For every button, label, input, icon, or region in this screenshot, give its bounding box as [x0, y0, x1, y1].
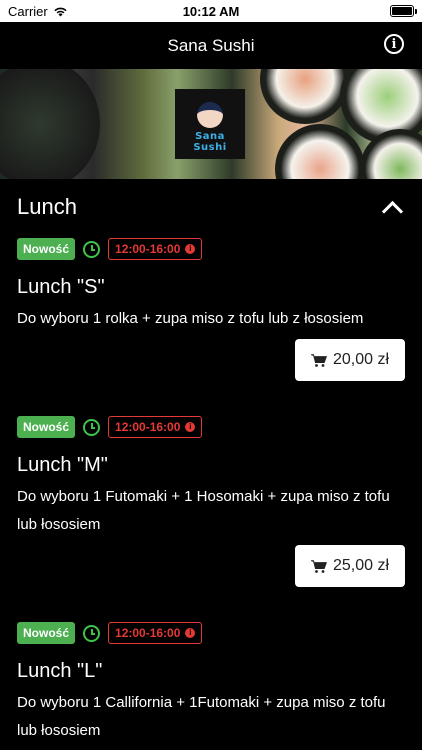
cart-icon — [310, 353, 327, 367]
clock-icon — [83, 240, 101, 258]
sushi-roll-image — [0, 69, 100, 179]
price-row: 25,00 zł — [17, 545, 405, 587]
item-description: Do wyboru 1 Callifornia + 1Futomaki + zu… — [17, 694, 386, 739]
item-name: Lunch "S" — [17, 276, 105, 298]
cart-icon — [310, 559, 327, 573]
header-banner: Sana Sushi — [0, 69, 422, 179]
nav-bar: Sana Sushi i — [0, 22, 422, 69]
info-icon: i — [185, 628, 196, 638]
price-label: 20,00 zł — [332, 351, 389, 368]
chevron-up-icon[interactable] — [381, 200, 404, 222]
price-label: 25,00 zł — [332, 557, 389, 574]
hours-badge[interactable]: 12:00-16:00 i — [108, 416, 203, 438]
price-row: 20,00 zł — [17, 339, 405, 381]
new-badge: Nowość — [17, 622, 76, 644]
hours-text: 12:00-16:00 — [115, 626, 181, 640]
item-name: Lunch "M" — [17, 454, 108, 476]
info-icon: i — [185, 422, 196, 432]
sushi-roll-image — [275, 124, 365, 179]
item-tags: Nowość 12:00-16:00 i — [17, 415, 405, 439]
item-name: Lunch "L" — [17, 660, 103, 682]
hours-badge[interactable]: 12:00-16:00 i — [108, 238, 203, 260]
item-tags: Nowość 12:00-16:00 i — [17, 237, 405, 261]
restaurant-logo: Sana Sushi — [175, 89, 245, 159]
status-time: 10:12 AM — [182, 3, 240, 19]
menu-item[interactable]: Nowość 12:00-16:00 i Lunch "L" Do wyboru… — [0, 621, 422, 745]
info-icon[interactable]: i — [384, 34, 404, 54]
item-tags: Nowość 12:00-16:00 i — [17, 621, 405, 645]
hours-text: 12:00-16:00 — [115, 242, 181, 256]
section-title: Lunch — [17, 194, 77, 219]
menu-item[interactable]: Nowość 12:00-16:00 i Lunch "M" Do wyboru… — [0, 415, 422, 587]
sushi-roll-image — [260, 69, 350, 124]
item-description: Do wyboru 1 rolka + zupa miso z tofu lub… — [17, 310, 364, 327]
item-description: Do wyboru 1 Futomaki + 1 Hosomaki + zupa… — [17, 488, 390, 533]
new-badge: Nowość — [17, 238, 76, 260]
hours-badge[interactable]: 12:00-16:00 i — [108, 622, 203, 644]
nav-title: Sana Sushi — [167, 35, 255, 55]
carrier-label: Carrier — [8, 3, 48, 19]
menu-item[interactable]: Nowość 12:00-16:00 i Lunch "S" Do wyboru… — [0, 237, 422, 381]
info-icon: i — [185, 244, 196, 254]
clock-icon — [83, 418, 101, 436]
logo-mascot-icon — [197, 102, 223, 128]
clock-icon — [83, 624, 101, 642]
wifi-icon — [54, 7, 67, 16]
status-bar: Carrier 10:12 AM — [0, 0, 422, 22]
hours-text: 12:00-16:00 — [115, 420, 181, 434]
add-to-cart-button[interactable]: 25,00 zł — [294, 545, 405, 587]
section-header-lunch[interactable]: Lunch — [0, 179, 422, 235]
battery-icon — [390, 5, 417, 17]
add-to-cart-button[interactable]: 20,00 zł — [294, 339, 405, 381]
logo-text-line-1: Sana — [195, 131, 225, 142]
new-badge: Nowość — [17, 416, 76, 438]
logo-text-line-2: Sushi — [193, 142, 227, 153]
status-left: Carrier — [8, 4, 68, 19]
